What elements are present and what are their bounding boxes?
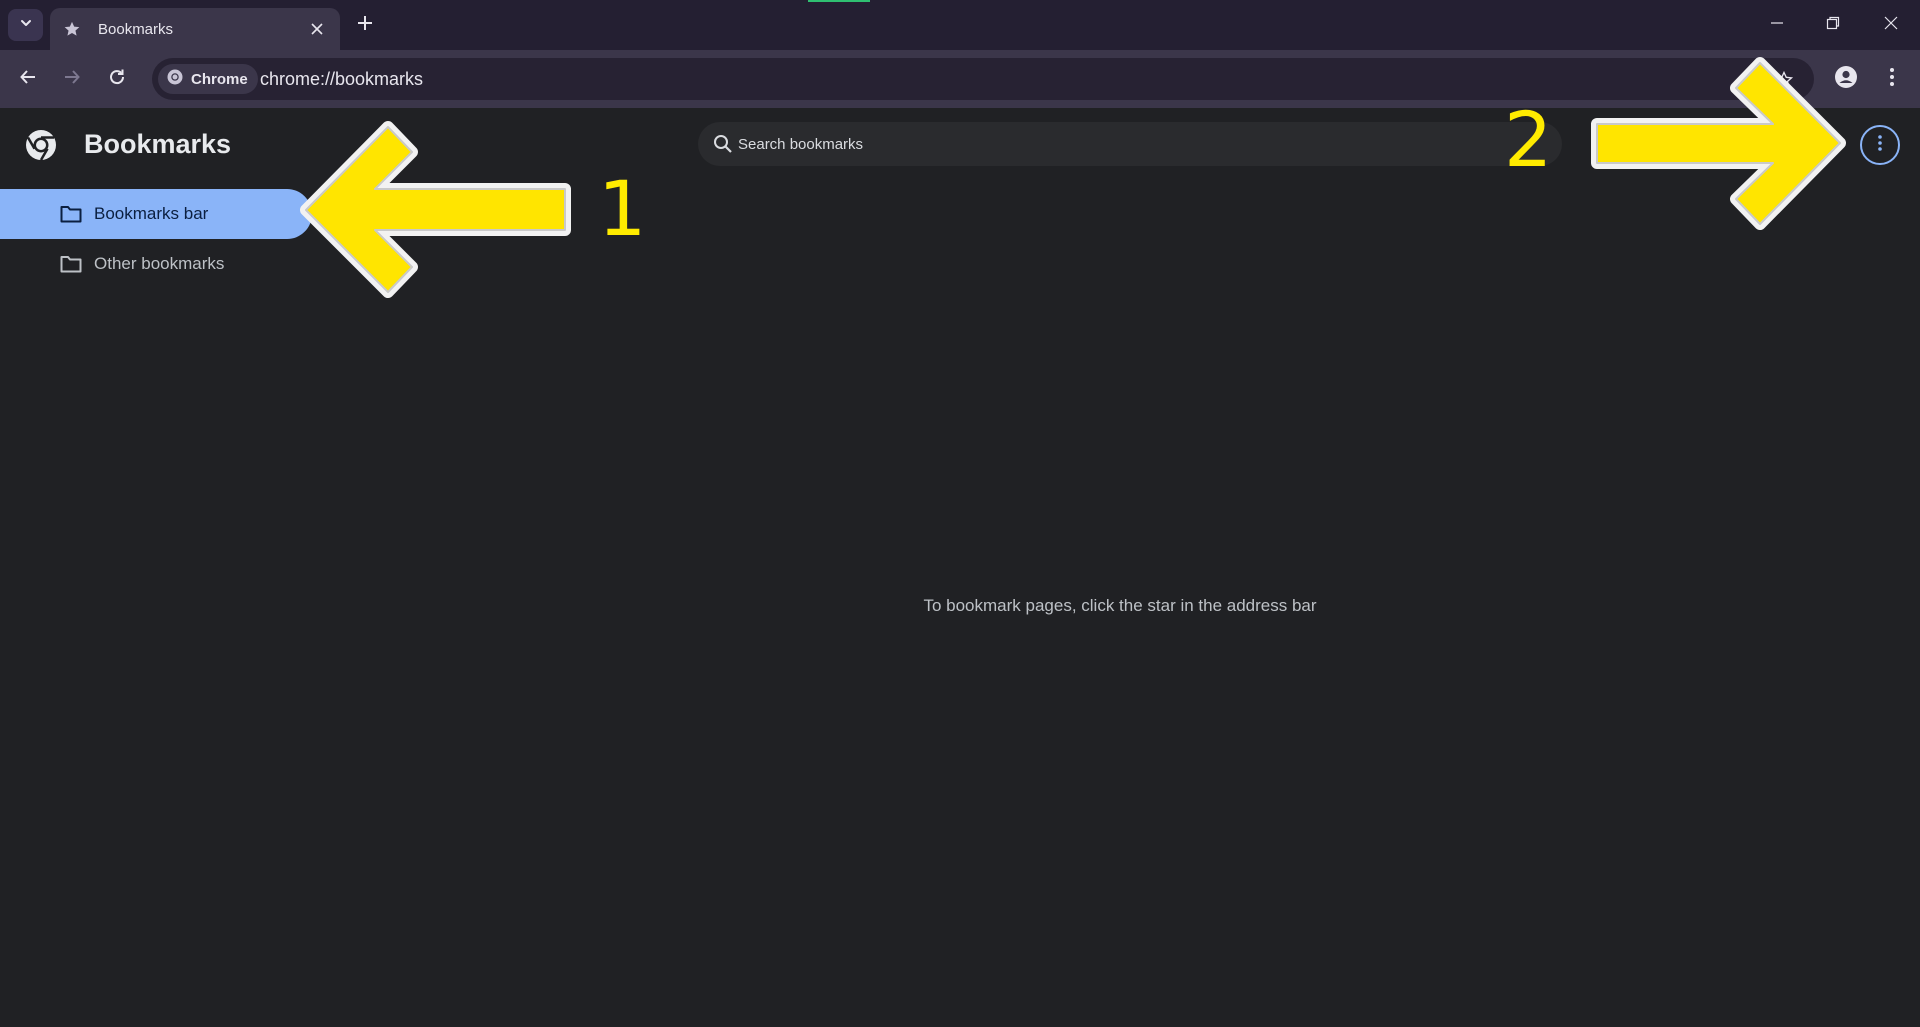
minimize-button[interactable] — [1762, 11, 1792, 39]
chrome-logo-icon — [24, 128, 58, 162]
new-tab-button[interactable] — [352, 12, 378, 38]
organize-menu-button[interactable] — [1860, 125, 1900, 165]
folder-icon — [60, 204, 82, 224]
page-title: Bookmarks — [84, 129, 232, 159]
empty-state-message: To bookmark pages, click the star in the… — [923, 596, 1317, 615]
search-bar[interactable] — [698, 122, 1562, 166]
browser-menu-button[interactable] — [1876, 63, 1908, 95]
address-bar[interactable]: Chrome chrome://bookmarks — [152, 58, 1814, 100]
forward-button[interactable] — [56, 63, 88, 95]
chevron-down-icon — [19, 16, 33, 35]
restore-icon — [1826, 16, 1840, 35]
search-icon — [712, 133, 734, 155]
close-icon[interactable] — [306, 18, 328, 40]
folder-icon — [60, 254, 82, 274]
chrome-icon — [166, 68, 184, 91]
back-button[interactable] — [12, 63, 44, 95]
annotation-number-2: 2 — [1504, 95, 1553, 184]
tab-title: Bookmarks — [98, 20, 174, 38]
star-icon — [62, 19, 82, 39]
toolbar: Chrome chrome://bookmarks — [0, 50, 1920, 108]
reload-button[interactable] — [101, 63, 133, 95]
annotation-number-1: 1 — [598, 164, 647, 253]
profile-button[interactable] — [1830, 63, 1862, 95]
plus-icon — [357, 15, 373, 36]
url-text[interactable]: chrome://bookmarks — [260, 69, 423, 90]
tab-strip: Bookmarks — [0, 0, 1920, 50]
close-window-button[interactable] — [1876, 11, 1906, 39]
arrow-left-icon — [19, 68, 37, 91]
search-input[interactable] — [738, 122, 1538, 166]
more-vert-icon — [1889, 67, 1895, 92]
close-icon — [1884, 16, 1898, 35]
sidebar-item-bookmarks-bar[interactable]: Bookmarks bar — [0, 189, 312, 239]
chip-label: Chrome — [191, 70, 248, 88]
sidebar-item-label: Bookmarks bar — [94, 204, 209, 223]
sidebar-item-label: Other bookmarks — [94, 254, 225, 273]
avatar-icon — [1834, 65, 1858, 94]
arrow-right-icon — [63, 68, 81, 91]
activity-indicator — [808, 0, 870, 2]
sidebar-item-other-bookmarks[interactable]: Other bookmarks — [0, 239, 312, 289]
more-vert-icon — [1877, 134, 1883, 157]
restore-button[interactable] — [1818, 11, 1848, 39]
tab-bookmarks[interactable]: Bookmarks — [50, 8, 340, 50]
minimize-icon — [1770, 16, 1784, 35]
bookmark-star-icon[interactable] — [1772, 68, 1796, 92]
tab-search-button[interactable] — [8, 9, 43, 41]
reload-icon — [108, 68, 126, 91]
annotation-arrow-1 — [300, 121, 571, 298]
